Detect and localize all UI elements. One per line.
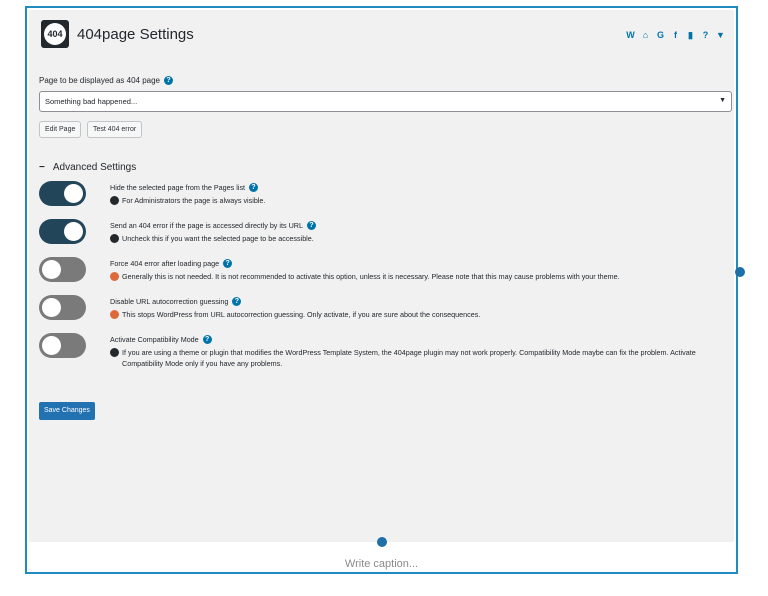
page-select-label: Page to be displayed as 404 page ? xyxy=(39,76,173,85)
toggle-knob xyxy=(42,336,61,355)
setting-description: Generally this is not needed. It is not … xyxy=(110,271,728,282)
setting-title-text: Disable URL autocorrection guessing xyxy=(110,297,229,306)
setting-description-text: Generally this is not needed. It is not … xyxy=(122,272,620,281)
setting-title-text: Hide the selected page from the Pages li… xyxy=(110,183,246,192)
setting-title-text: Force 404 error after loading page xyxy=(110,259,220,268)
help-icon[interactable]: ? xyxy=(202,335,212,344)
setting-title: Disable URL autocorrection guessing? xyxy=(110,297,242,306)
help-icon[interactable]: ? xyxy=(163,76,173,85)
info-icon xyxy=(110,234,119,243)
image-block-frame[interactable]: 404 404page Settings W ⌂ G f ▮ ? ▼ Page … xyxy=(25,6,738,574)
home-icon[interactable]: ⌂ xyxy=(640,30,651,41)
setting-title: Hide the selected page from the Pages li… xyxy=(110,183,259,192)
plugin-logo: 404 xyxy=(41,20,69,48)
help-icon[interactable]: ? xyxy=(232,297,242,306)
setting-description-text: This stops WordPress from URL autocorrec… xyxy=(122,310,481,319)
setting-description: This stops WordPress from URL autocorrec… xyxy=(110,309,728,320)
caption-input[interactable]: Write caption... xyxy=(29,544,734,572)
setting-description: If you are using a theme or plugin that … xyxy=(110,347,728,369)
collapse-icon[interactable]: − xyxy=(39,162,45,173)
settings-header: 404 404page Settings xyxy=(41,18,194,50)
force-404-toggle[interactable] xyxy=(39,257,86,282)
google-plus-icon[interactable]: G xyxy=(655,30,666,41)
warning-icon xyxy=(110,310,119,319)
toggle-knob xyxy=(64,184,83,203)
resize-handle-bottom[interactable] xyxy=(377,537,387,547)
setting-title-text: Activate Compatibility Mode xyxy=(110,335,199,344)
test-404-error-button[interactable]: Test 404 error xyxy=(87,121,143,138)
page-title: 404page Settings xyxy=(77,25,194,43)
screenshot-panel: 404 404page Settings W ⌂ G f ▮ ? ▼ Page … xyxy=(29,10,734,542)
page-select-value: Something bad happened... xyxy=(45,97,138,106)
facebook-icon[interactable]: f xyxy=(670,30,681,41)
save-changes-button[interactable]: Save Changes xyxy=(39,402,95,420)
toggle-knob xyxy=(64,222,83,241)
compatibility-mode-toggle[interactable] xyxy=(39,333,86,358)
hide-page-toggle[interactable] xyxy=(39,181,86,206)
setting-description-text: For Administrators the page is always vi… xyxy=(122,196,266,205)
book-icon[interactable]: ▮ xyxy=(685,30,696,41)
page-select-label-text: Page to be displayed as 404 page xyxy=(39,76,160,85)
disable-autocorrection-toggle[interactable] xyxy=(39,295,86,320)
setting-title-text: Send an 404 error if the page is accesse… xyxy=(110,221,303,230)
chevron-down-icon: ▼ xyxy=(719,97,726,104)
setting-description-text: Uncheck this if you want the selected pa… xyxy=(122,234,314,243)
setting-title: Force 404 error after loading page? xyxy=(110,259,233,268)
send-404-toggle[interactable] xyxy=(39,219,86,244)
help-icon[interactable]: ? xyxy=(249,183,259,192)
setting-title: Send an 404 error if the page is accesse… xyxy=(110,221,316,230)
help-icon[interactable]: ? xyxy=(223,259,233,268)
social-icons: W ⌂ G f ▮ ? ▼ xyxy=(625,30,726,41)
toggle-knob xyxy=(42,298,61,317)
warning-icon xyxy=(110,272,119,281)
help-icon[interactable]: ? xyxy=(700,30,711,41)
thumbs-down-icon[interactable]: ▼ xyxy=(715,30,726,41)
advanced-settings-heading[interactable]: − Advanced Settings xyxy=(39,162,136,173)
edit-page-button[interactable]: Edit Page xyxy=(39,121,82,138)
setting-title: Activate Compatibility Mode? xyxy=(110,335,212,344)
info-icon xyxy=(110,348,119,357)
setting-description: For Administrators the page is always vi… xyxy=(110,195,728,206)
setting-description-text: If you are using a theme or plugin that … xyxy=(122,348,696,368)
logo-text: 404 xyxy=(44,23,66,45)
wordpress-icon[interactable]: W xyxy=(625,30,636,41)
page-select-dropdown[interactable]: Something bad happened... ▼ xyxy=(39,91,732,112)
advanced-settings-title: Advanced Settings xyxy=(52,162,137,173)
resize-handle-right[interactable] xyxy=(735,267,745,277)
setting-description: Uncheck this if you want the selected pa… xyxy=(110,233,728,244)
info-icon xyxy=(110,196,119,205)
toggle-knob xyxy=(42,260,61,279)
help-icon[interactable]: ? xyxy=(306,221,316,230)
